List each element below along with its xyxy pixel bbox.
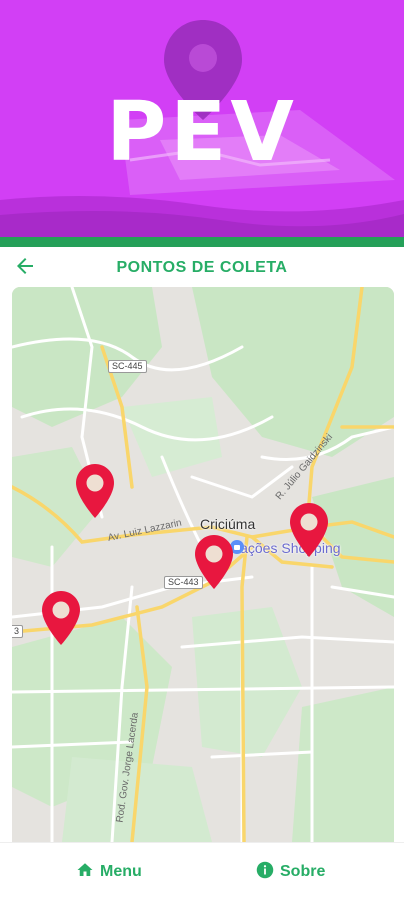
road-shield-sc445: SC-445: [108, 360, 147, 373]
about-button[interactable]: Sobre: [256, 860, 325, 884]
collection-point-marker[interactable]: [42, 591, 80, 645]
info-icon: [256, 861, 274, 884]
page-title: PONTOS DE COLETA: [116, 259, 288, 276]
menu-button[interactable]: Menu: [76, 860, 142, 884]
title-bar: PONTOS DE COLETA: [0, 247, 404, 287]
about-label: Sobre: [280, 863, 326, 880]
road-shield-edge: 3: [12, 625, 24, 638]
collection-point-marker[interactable]: [195, 535, 233, 589]
collection-point-marker[interactable]: [76, 464, 114, 518]
bottom-navigation: Menu Sobre: [0, 842, 404, 901]
header-accent-bar: [0, 237, 404, 247]
home-icon: [76, 861, 94, 884]
collection-point-marker[interactable]: [290, 503, 328, 557]
header-banner: PEV: [0, 0, 404, 237]
app-logo-text: PEV: [106, 85, 298, 180]
menu-label: Menu: [100, 863, 142, 880]
map-view[interactable]: SC-445 SC-443 3 Av. Luiz Lazzarin R. Júl…: [12, 287, 394, 842]
city-label: Criciúma: [200, 516, 256, 532]
